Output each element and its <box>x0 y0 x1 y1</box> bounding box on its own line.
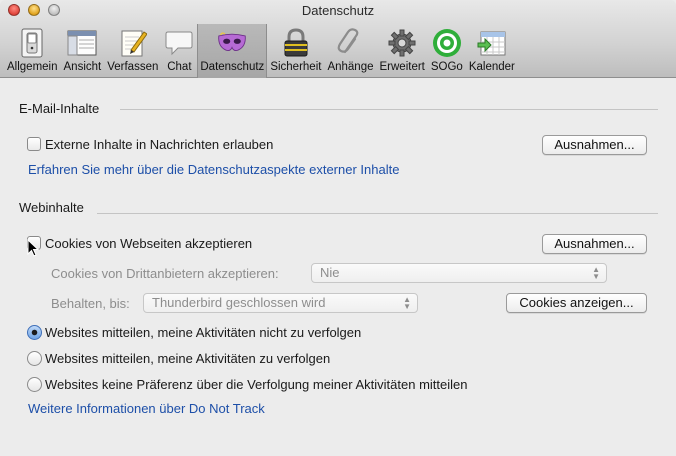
dnt-option-track-radio[interactable] <box>27 351 42 366</box>
do-not-track-more-info-link[interactable]: Weitere Informationen über Do Not Track <box>28 401 265 416</box>
calendar-icon <box>477 28 507 58</box>
cookie-exceptions-button[interactable]: Ausnahmen... <box>542 234 647 254</box>
tab-label: Allgemein <box>7 61 58 73</box>
tab-verfassen[interactable]: Verfassen <box>104 24 161 78</box>
dnt-option-label[interactable]: Websites mitteilen, meine Aktivitäten ni… <box>45 325 361 340</box>
tab-label: Sicherheit <box>270 61 322 73</box>
paperclip-icon <box>335 28 365 58</box>
tab-allgemein[interactable]: Allgemein <box>4 24 61 78</box>
window-title: Datenschutz <box>301 3 375 18</box>
tab-label: Chat <box>167 61 192 73</box>
padlock-icon <box>281 28 311 58</box>
third-party-cookies-select[interactable]: Nie ▲ ▼ <box>311 263 607 283</box>
tab-sogo[interactable]: SOGo <box>428 24 466 78</box>
dnt-option-do-not-track-radio[interactable] <box>27 325 42 340</box>
external-content-learn-more-link[interactable]: Erfahren Sie mehr über die Datenschutzas… <box>28 162 399 177</box>
tab-chat[interactable]: Chat <box>161 24 197 78</box>
show-cookies-button[interactable]: Cookies anzeigen... <box>506 293 647 313</box>
tab-label: Datenschutz <box>200 61 265 73</box>
tab-label: Kalender <box>468 61 515 73</box>
web-section-title: Webinhalte <box>19 200 84 215</box>
email-exceptions-button[interactable]: Ausnahmen... <box>542 135 647 155</box>
mouse-pointer-icon <box>27 239 39 257</box>
dnt-option-label[interactable]: Websites mitteilen, meine Aktivitäten zu… <box>45 351 330 366</box>
accept-cookies-label[interactable]: Cookies von Webseiten akzeptieren <box>45 236 252 251</box>
tab-erweitert[interactable]: Erweitert <box>377 24 428 78</box>
tab-label: Anhänge <box>327 61 374 73</box>
tab-label: SOGo <box>430 61 463 73</box>
dnt-option-no-preference-radio[interactable] <box>27 377 42 392</box>
window-chrome: Datenschutz Allgemein Ansicht Verfassen … <box>0 0 676 78</box>
gear-icon <box>387 28 417 58</box>
keep-until-label: Behalten, bis: <box>51 296 130 311</box>
allow-external-content-label[interactable]: Externe Inhalte in Nachrichten erlauben <box>45 137 273 152</box>
preferences-window: Datenschutz Allgemein Ansicht Verfassen … <box>0 0 676 456</box>
tab-label: Erweitert <box>379 61 425 73</box>
pencil-paper-icon <box>118 28 148 58</box>
preferences-toolbar: Allgemein Ansicht Verfassen Chat Datensc… <box>4 24 518 78</box>
keep-until-value: Thunderbird geschlossen wird <box>152 295 326 310</box>
chat-bubble-icon <box>164 28 194 58</box>
privacy-pane: E-Mail-Inhalte Externe Inhalte in Nachri… <box>0 79 676 456</box>
section-divider <box>97 213 658 214</box>
window-layout-icon <box>67 28 97 58</box>
keep-until-select[interactable]: Thunderbird geschlossen wird ▲ ▼ <box>143 293 418 313</box>
tab-ansicht[interactable]: Ansicht <box>61 24 105 78</box>
allow-external-content-checkbox[interactable] <box>27 137 41 151</box>
third-party-cookies-value: Nie <box>320 265 340 280</box>
tab-anhaenge[interactable]: Anhänge <box>324 24 376 78</box>
tab-kalender[interactable]: Kalender <box>466 24 518 78</box>
tab-label: Ansicht <box>63 61 102 73</box>
updown-arrows-icon: ▲ ▼ <box>592 265 600 281</box>
mask-icon <box>217 28 247 58</box>
updown-arrows-icon: ▲ ▼ <box>403 295 411 311</box>
tab-datenschutz[interactable]: Datenschutz <box>197 24 268 78</box>
switch-icon <box>17 28 47 58</box>
email-section-title: E-Mail-Inhalte <box>19 101 100 116</box>
section-divider <box>120 109 658 110</box>
sogo-target-icon <box>432 28 462 58</box>
third-party-cookies-label: Cookies von Drittanbietern akzeptieren: <box>51 266 279 281</box>
tab-sicherheit[interactable]: Sicherheit <box>267 24 324 78</box>
dnt-option-label[interactable]: Websites keine Präferenz über die Verfol… <box>45 377 468 392</box>
tab-label: Verfassen <box>107 61 159 73</box>
